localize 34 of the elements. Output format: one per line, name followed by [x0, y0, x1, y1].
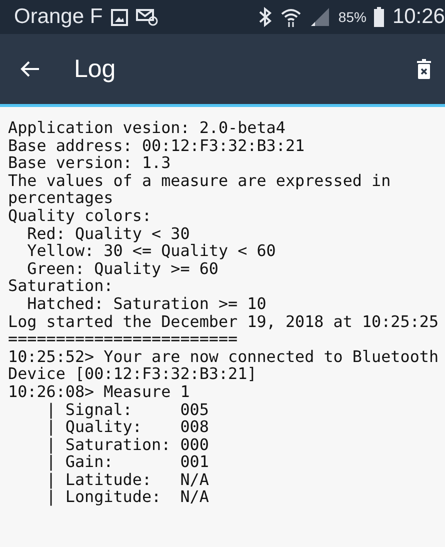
log-line: Quality colors: — [8, 206, 153, 225]
log-line: Hatched: Saturation >= 10 — [26, 294, 268, 313]
bluetooth-icon — [258, 7, 272, 27]
log-line: percentages — [8, 189, 114, 207]
carrier-name: Orange F — [14, 5, 103, 29]
battery-icon — [374, 7, 384, 27]
wifi-icon — [280, 7, 302, 27]
log-line: Red: Quality < 30 — [27, 224, 191, 242]
log-line: Green: Quality >= 60 — [26, 260, 218, 278]
log-line: Saturation: — [8, 277, 114, 295]
log-line: Log started the December 19, 2018 at 10:25:25 — [8, 312, 440, 330]
log-line: Yellow: 30 <= Quality < 60 — [26, 242, 277, 260]
log-line: 10:26:08> Measure 1 — [8, 382, 191, 400]
log-line: 10:25:52> Your are now connected to Bluetooth — [8, 348, 440, 366]
battery-percentage: 85% — [338, 9, 366, 25]
mail-icon — [136, 8, 158, 26]
log-line: | Gain: 001 — [45, 453, 210, 471]
log-line: | Quality: 008 — [45, 418, 210, 436]
screen-title: Log — [74, 54, 116, 84]
signal-icon — [310, 8, 330, 26]
delete-button[interactable] — [417, 59, 431, 79]
log-line: Device [00:12:F3:32:B3:21] — [8, 365, 258, 383]
log-line: ======================== — [8, 330, 239, 348]
log-line: | Signal: 005 — [45, 400, 210, 418]
log-line: Base version: 1.3 — [8, 154, 172, 172]
log-line: | Latitude: N/A — [45, 470, 210, 488]
back-button[interactable] — [20, 60, 40, 78]
log-line: The values of a measure are expressed in — [8, 172, 392, 190]
log-line: | Longitude: N/A — [45, 488, 210, 506]
log-line: Application vesion: 2.0-beta4 — [8, 119, 286, 137]
clock-time: 10:26 — [392, 5, 445, 29]
picture-icon — [110, 8, 128, 26]
log-line: Base address: 00:12:F3:32:B3:21 — [8, 136, 306, 154]
log-line: | Saturation: 000 — [45, 436, 210, 454]
